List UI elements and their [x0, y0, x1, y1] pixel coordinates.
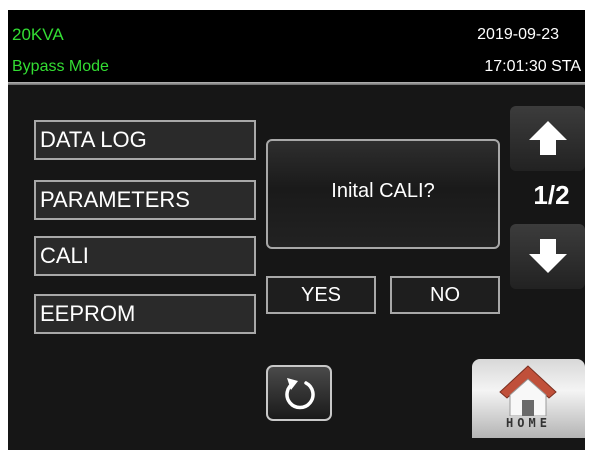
house-icon: [499, 365, 557, 416]
home-button[interactable]: HOME: [472, 359, 585, 438]
model-rating: 20KVA: [12, 25, 64, 44]
dialog-message: Inital CALI?: [331, 180, 435, 202]
confirm-dialog: Inital CALI?: [266, 139, 500, 249]
page-up-button[interactable]: [510, 106, 585, 171]
current-time: 17:01:30 STA: [484, 58, 581, 75]
status-header: 20KVA Bypass Mode 2019-09-23 17:01:30 ST…: [8, 10, 585, 82]
home-label: HOME: [506, 416, 551, 430]
refresh-back-icon: [285, 378, 315, 410]
current-date: 2019-09-23: [477, 26, 559, 43]
arrow-down-icon: [529, 239, 567, 273]
back-button[interactable]: [266, 365, 332, 421]
eeprom-button[interactable]: EEPROM: [34, 294, 256, 334]
data-log-button[interactable]: DATA LOG: [34, 120, 256, 160]
operating-mode: Bypass Mode: [12, 58, 109, 75]
device-screen: 20KVA Bypass Mode 2019-09-23 17:01:30 ST…: [8, 10, 585, 450]
yes-button[interactable]: YES: [266, 276, 376, 314]
page-indicator: 1/2: [533, 180, 570, 210]
arrow-up-icon: [529, 121, 567, 155]
page-down-button[interactable]: [510, 224, 585, 289]
cali-button[interactable]: CALI: [34, 236, 256, 276]
parameters-button[interactable]: PARAMETERS: [34, 180, 256, 220]
no-button[interactable]: NO: [390, 276, 500, 314]
